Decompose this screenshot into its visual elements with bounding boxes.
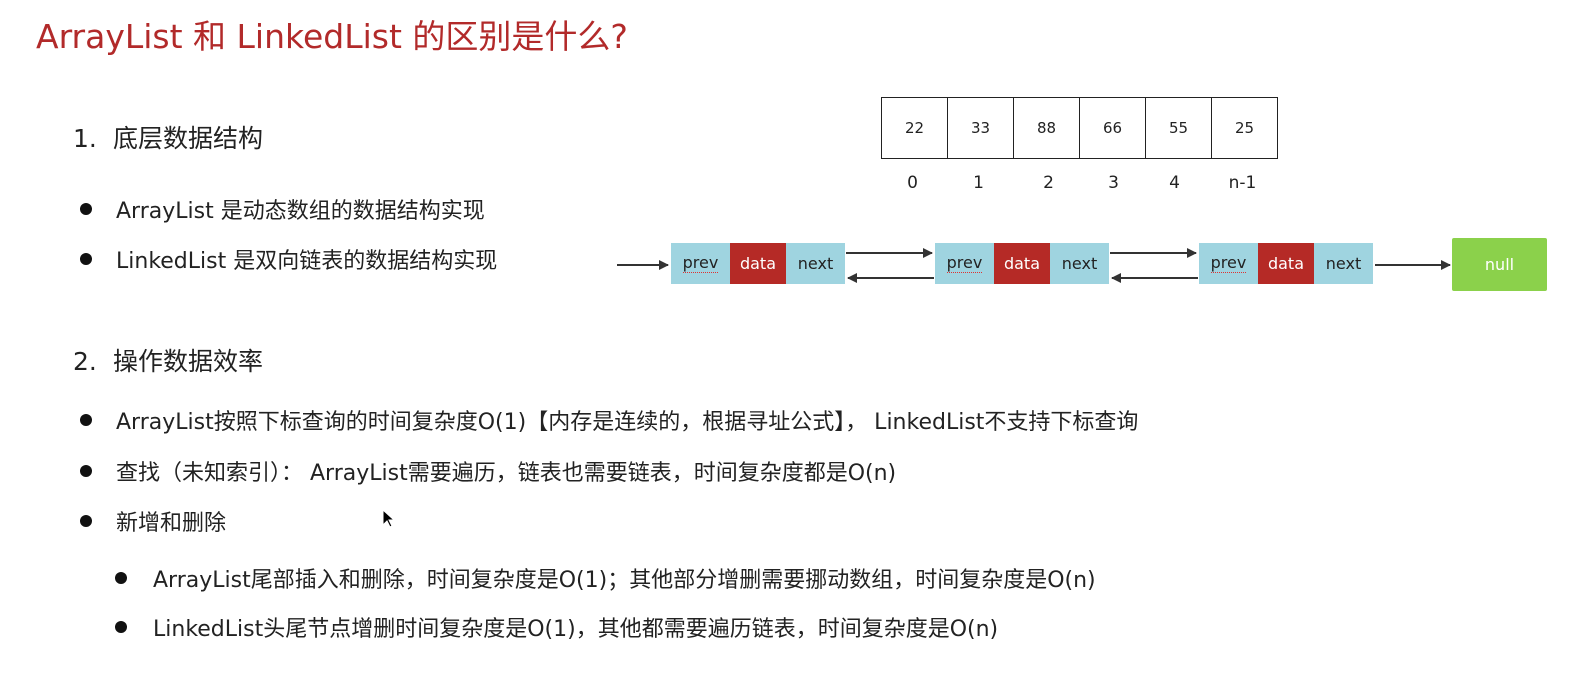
sub-list-item: LinkedList头尾节点增删时间复杂度是O(1)，其他都需要遍历链表，时间复… — [115, 611, 999, 643]
node-next: next — [786, 243, 845, 284]
node-data: data — [730, 243, 786, 284]
list-item: 查找（未知索引）： ArrayList需要遍历，链表也需要链表，时间复杂度都是O… — [80, 455, 897, 487]
bullet-dot-icon — [115, 572, 127, 584]
node-next: next — [1314, 243, 1373, 284]
node-prev: prev — [935, 243, 994, 284]
node-data: data — [994, 243, 1050, 284]
null-terminal: null — [1452, 238, 1547, 291]
bullet-text: ArrayList按照下标查询的时间复杂度O(1)【内存是连续的，根据寻址公式】… — [116, 410, 1139, 435]
bullet-dot-icon — [80, 414, 92, 426]
bullet-dot-icon — [80, 515, 92, 527]
list-item: ArrayList按照下标查询的时间复杂度O(1)【内存是连续的，根据寻址公式】… — [80, 404, 1139, 436]
linked-list-node: prev data next — [671, 243, 845, 284]
list-item: 新增和删除 — [80, 505, 227, 537]
linked-list-node: prev data next — [1199, 243, 1373, 284]
node-next: next — [1050, 243, 1109, 284]
bullet-text: 查找（未知索引）： ArrayList需要遍历，链表也需要链表，时间复杂度都是O… — [116, 461, 897, 486]
section-heading-efficiency: 2. 操作数据效率 — [73, 342, 263, 378]
section-title: 操作数据效率 — [113, 347, 264, 376]
node-prev: prev — [671, 243, 730, 284]
node-data: data — [1258, 243, 1314, 284]
linked-list-node: prev data next — [935, 243, 1109, 284]
bullet-text: ArrayList尾部插入和删除，时间复杂度是O(1)；其他部分增删需要挪动数组… — [153, 568, 1096, 593]
bullet-text: LinkedList头尾节点增删时间复杂度是O(1)，其他都需要遍历链表，时间复… — [153, 617, 999, 642]
bullet-text: 新增和删除 — [116, 511, 227, 536]
mouse-cursor-icon — [382, 509, 396, 528]
sub-list-item: ArrayList尾部插入和删除，时间复杂度是O(1)；其他部分增删需要挪动数组… — [115, 562, 1096, 594]
bullet-dot-icon — [80, 465, 92, 477]
node-prev: prev — [1199, 243, 1258, 284]
section-number: 2. — [73, 347, 97, 376]
bullet-dot-icon — [115, 621, 127, 633]
